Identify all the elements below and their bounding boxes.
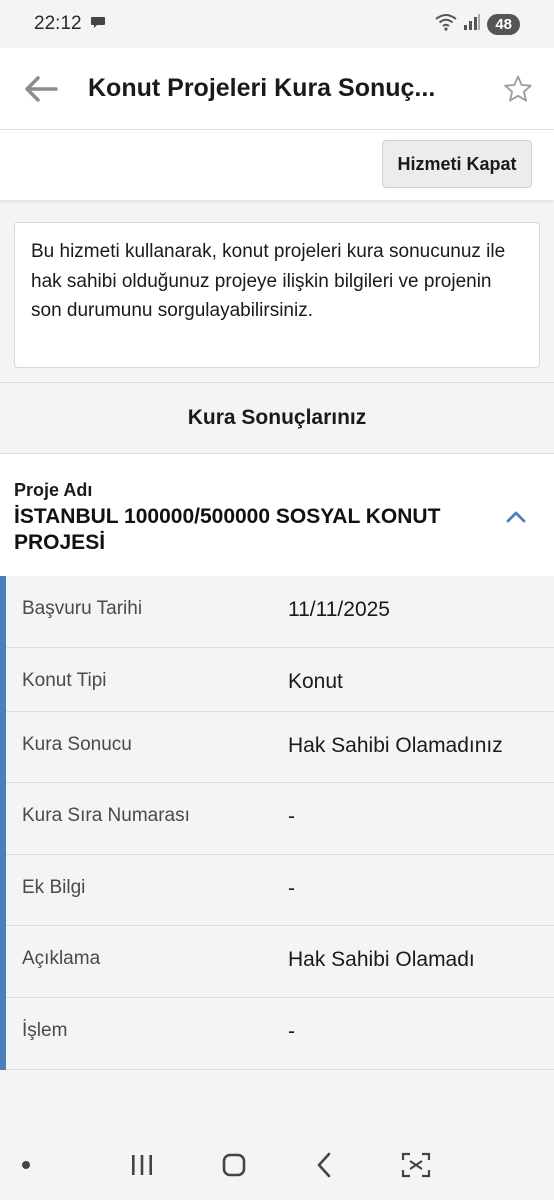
screen-capture-button[interactable] — [396, 1150, 436, 1180]
back-button[interactable] — [0, 48, 82, 130]
detail-row: Başvuru Tarihi 11/11/2025 — [6, 576, 554, 648]
section-heading: Kura Sonuçlarınız — [0, 382, 554, 454]
battery-indicator: 48 — [487, 13, 520, 35]
detail-label: Başvuru Tarihi — [22, 598, 143, 619]
chat-notification-icon — [90, 14, 106, 35]
nav-dot — [16, 1150, 36, 1180]
project-label: Proje Adı — [14, 480, 93, 500]
info-box: Bu hizmeti kullanarak, konut projeleri k… — [14, 222, 540, 368]
info-text: Bu hizmeti kullanarak, konut projeleri k… — [31, 241, 506, 321]
detail-value: 11/11/2025 — [288, 598, 390, 621]
status-time: 22:12 — [34, 13, 82, 34]
page-title: Konut Projeleri Kura Sonuç... — [88, 74, 436, 102]
status-left: 22:12 — [34, 13, 106, 35]
dot-icon — [22, 1161, 30, 1169]
detail-value: Hak Sahibi Olamadı — [288, 948, 475, 971]
home-icon — [222, 1153, 246, 1177]
detail-value: - — [288, 805, 295, 828]
signal-icon — [463, 13, 481, 36]
project-card[interactable]: Proje Adı İSTANBUL 100000/500000 SOSYAL … — [0, 454, 554, 576]
project-name: İSTANBUL 100000/500000 SOSYAL KONUT PROJ… — [14, 505, 441, 554]
detail-row: Ek Bilgi - — [6, 855, 554, 926]
home-button[interactable] — [214, 1150, 254, 1180]
chevron-up-icon — [506, 511, 526, 523]
detail-row: İşlem - — [6, 998, 554, 1070]
app-bar: Konut Projeleri Kura Sonuç... — [0, 48, 554, 130]
detail-value: Konut — [288, 670, 343, 693]
arrow-left-icon — [25, 75, 58, 102]
status-right: 48 — [435, 13, 520, 36]
wifi-icon — [435, 13, 457, 36]
collapse-button[interactable] — [502, 504, 530, 528]
star-icon — [504, 75, 532, 101]
detail-label: İşlem — [22, 1020, 68, 1041]
detail-value: - — [288, 1020, 295, 1043]
scan-icon — [401, 1152, 431, 1178]
service-toolbar: Hizmeti Kapat — [0, 130, 554, 200]
detail-label: Konut Tipi — [22, 670, 107, 691]
system-back-button[interactable] — [304, 1150, 344, 1180]
status-bar: 22:12 48 — [0, 0, 554, 48]
system-nav-bar — [0, 1130, 554, 1200]
detail-row: Kura Sıra Numarası - — [6, 783, 554, 855]
favorite-button[interactable] — [482, 48, 554, 130]
detail-row: Konut Tipi Konut — [6, 648, 554, 712]
detail-value: - — [288, 877, 295, 900]
detail-label: Açıklama — [22, 948, 101, 969]
recent-apps-icon — [132, 1155, 152, 1175]
recent-apps-button[interactable] — [122, 1150, 162, 1180]
details-panel: Başvuru Tarihi 11/11/2025 Konut Tipi Kon… — [0, 576, 554, 1070]
chevron-left-icon — [317, 1152, 331, 1178]
detail-label: Ek Bilgi — [22, 877, 86, 898]
detail-row: Kura Sonucu Hak Sahibi Olamadınız — [6, 712, 554, 783]
detail-value: Hak Sahibi Olamadınız — [288, 734, 503, 757]
close-service-button[interactable]: Hizmeti Kapat — [382, 140, 532, 188]
detail-row: Açıklama Hak Sahibi Olamadı — [6, 926, 554, 998]
detail-label: Kura Sonucu — [22, 734, 132, 755]
detail-label: Kura Sıra Numarası — [22, 805, 190, 826]
